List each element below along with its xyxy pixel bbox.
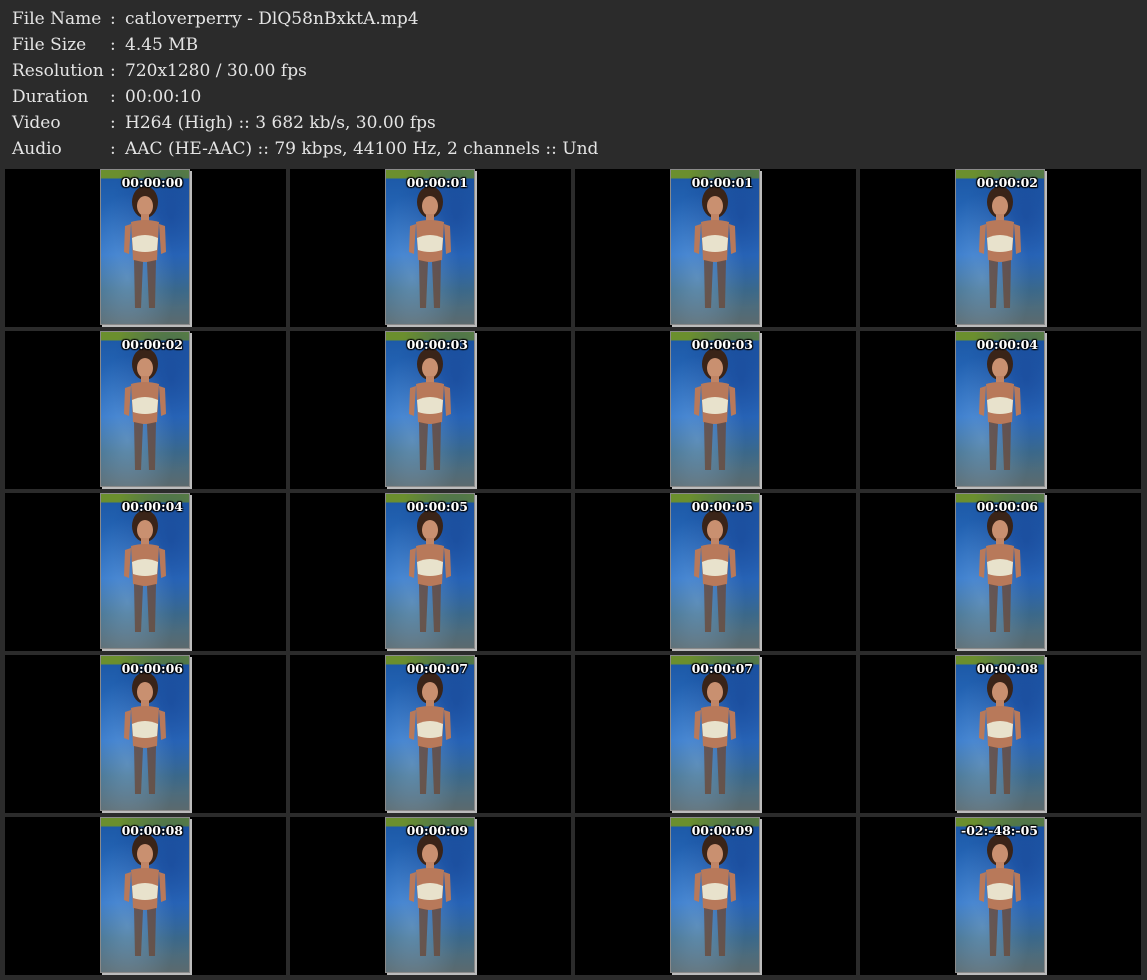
thumbnail-image: 00:00:03 [385,331,475,487]
timestamp-label: -02:-48:-05 [961,823,1038,838]
info-separator: : [110,139,116,159]
timestamp-label: 00:00:02 [976,175,1038,190]
timestamp-label: 00:00:04 [121,499,183,514]
thumbnail-cell: 00:00:06 [860,493,1141,651]
thumbnail-cell: 00:00:03 [290,331,571,489]
timestamp-label: 00:00:08 [121,823,183,838]
thumbnail-image: -02:-48:-05 [955,817,1045,973]
info-row-file-size: File Size : 4.45 MB [12,32,1132,58]
timestamp-label: 00:00:02 [121,337,183,352]
thumbnail-image: 00:00:08 [955,655,1045,811]
info-separator: : [110,61,116,81]
thumbnail-image: 00:00:02 [955,169,1045,325]
thumbnail-cell: 00:00:09 [290,817,571,975]
thumbnail-cell: 00:00:08 [860,655,1141,813]
info-row-audio: Audio : AAC (HE-AAC) :: 79 kbps, 44100 H… [12,136,1132,162]
timestamp-label: 00:00:06 [121,661,183,676]
info-label: Duration [12,87,89,107]
thumbnail-image: 00:00:01 [670,169,760,325]
info-value: 720x1280 / 30.00 fps [125,61,307,81]
info-row-file-name: File Name : catloverperry - DlQ58nBxktA.… [12,6,1132,32]
thumbnail-cell: 00:00:02 [860,169,1141,327]
timestamp-label: 00:00:07 [406,661,468,676]
timestamp-label: 00:00:01 [691,175,753,190]
info-value: catloverperry - DlQ58nBxktA.mp4 [125,9,419,29]
thumbnail-grid: 00:00:00 00:00:01 00:00:01 00:00:02 00:00:02… [5,169,1142,977]
info-value: H264 (High) :: 3 682 kb/s, 30.00 fps [125,113,436,133]
info-separator: : [110,87,116,107]
thumbnail-image: 00:00:09 [670,817,760,973]
thumbnail-image: 00:00:03 [670,331,760,487]
info-label: Video [12,113,61,133]
thumbnail-image: 00:00:01 [385,169,475,325]
thumbnail-cell: 00:00:06 [5,655,286,813]
info-value: 00:00:10 [125,87,202,107]
thumbnail-cell: 00:00:07 [290,655,571,813]
info-separator: : [110,113,116,133]
info-label: Audio [12,139,62,159]
thumbnail-image: 00:00:08 [100,817,190,973]
thumbnail-cell: 00:00:09 [575,817,856,975]
info-label: File Size [12,35,87,55]
thumbnail-cell: 00:00:02 [5,331,286,489]
thumbnail-image: 00:00:09 [385,817,475,973]
timestamp-label: 00:00:07 [691,661,753,676]
timestamp-label: 00:00:04 [976,337,1038,352]
info-row-duration: Duration : 00:00:10 [12,84,1132,110]
timestamp-label: 00:00:03 [406,337,468,352]
timestamp-label: 00:00:06 [976,499,1038,514]
timestamp-label: 00:00:05 [691,499,753,514]
thumbnail-image: 00:00:00 [100,169,190,325]
info-value: 4.45 MB [125,35,199,55]
info-row-video: Video : H264 (High) :: 3 682 kb/s, 30.00… [12,110,1132,136]
thumbnail-cell: 00:00:03 [575,331,856,489]
info-label: File Name [12,9,102,29]
thumbnail-image: 00:00:04 [955,331,1045,487]
timestamp-label: 00:00:05 [406,499,468,514]
thumbnail-image: 00:00:07 [385,655,475,811]
timestamp-label: 00:00:09 [691,823,753,838]
thumbnail-image: 00:00:06 [955,493,1045,649]
timestamp-label: 00:00:08 [976,661,1038,676]
thumbnail-cell: -02:-48:-05 [860,817,1141,975]
thumbnail-cell: 00:00:05 [290,493,571,651]
thumbnail-image: 00:00:05 [670,493,760,649]
thumbnail-cell: 00:00:01 [290,169,571,327]
thumbnail-image: 00:00:04 [100,493,190,649]
thumbnail-cell: 00:00:01 [575,169,856,327]
info-value: AAC (HE-AAC) :: 79 kbps, 44100 Hz, 2 cha… [125,139,599,159]
timestamp-label: 00:00:09 [406,823,468,838]
thumbnail-image: 00:00:05 [385,493,475,649]
thumbnail-cell: 00:00:04 [5,493,286,651]
thumbnail-cell: 00:00:00 [5,169,286,327]
thumbnail-image: 00:00:06 [100,655,190,811]
thumbnail-cell: 00:00:08 [5,817,286,975]
info-row-resolution: Resolution : 720x1280 / 30.00 fps [12,58,1132,84]
info-separator: : [110,9,116,29]
info-label: Resolution [12,61,104,81]
file-info-panel: File Name : catloverperry - DlQ58nBxktA.… [12,6,1132,166]
timestamp-label: 00:00:01 [406,175,468,190]
thumbnail-cell: 00:00:05 [575,493,856,651]
thumbnail-image: 00:00:07 [670,655,760,811]
timestamp-label: 00:00:00 [121,175,183,190]
thumbnail-cell: 00:00:04 [860,331,1141,489]
info-separator: : [110,35,116,55]
thumbnail-cell: 00:00:07 [575,655,856,813]
thumbnail-image: 00:00:02 [100,331,190,487]
timestamp-label: 00:00:03 [691,337,753,352]
